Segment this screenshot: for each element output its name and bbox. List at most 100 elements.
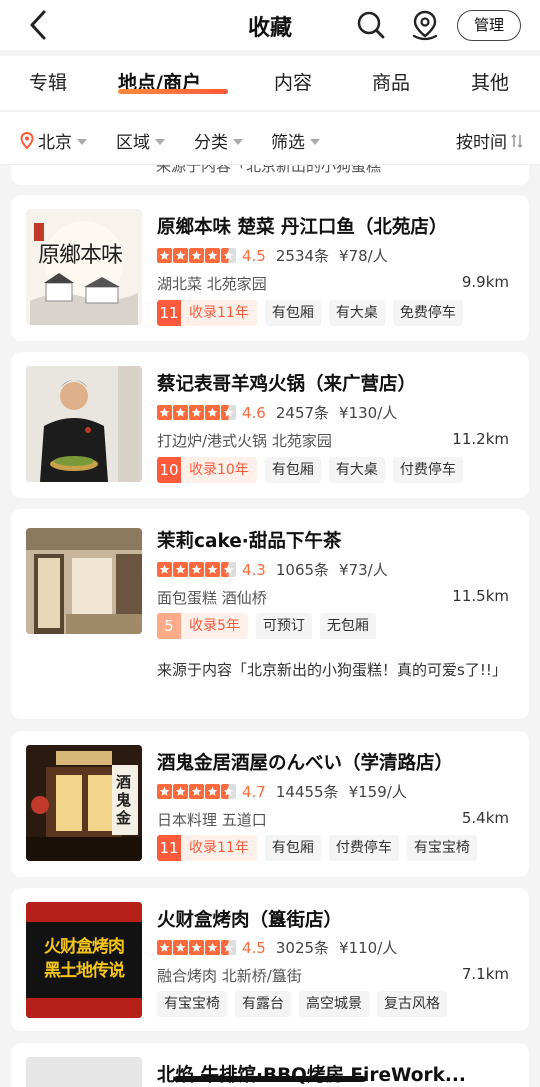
category-filter-label: 分类 xyxy=(194,133,228,153)
active-tab-indicator xyxy=(118,89,228,94)
star-icon xyxy=(189,405,204,420)
price-per-person: ¥110/人 xyxy=(339,939,398,957)
category-filter[interactable]: 分类 xyxy=(194,128,243,153)
rating-score: 4.5 xyxy=(242,246,266,265)
star-icon xyxy=(189,248,204,263)
category-row: 湖北菜 北苑家园 9.9km xyxy=(157,273,509,294)
tags-row: 10 收录10年 有包厢 有大桌 付费停车 xyxy=(157,457,463,483)
star-icon xyxy=(189,562,204,577)
place-category: 打边炉/港式火锅 北苑家园 xyxy=(157,432,332,450)
feature-tag: 有包厢 xyxy=(264,457,321,483)
rating-row: 4.6 2457条 ¥130/人 xyxy=(157,402,397,423)
feature-tag: 有宝宝椅 xyxy=(157,991,227,1017)
star-icon xyxy=(221,562,236,577)
manage-button[interactable]: 管理 xyxy=(457,10,521,41)
place-category: 日本料理 五道口 xyxy=(157,811,267,829)
search-button[interactable] xyxy=(356,10,386,40)
star-rating xyxy=(157,784,236,799)
price-per-person: ¥78/人 xyxy=(339,247,388,265)
place-distance: 11.2km xyxy=(452,430,509,448)
home-indicator xyxy=(174,1076,366,1082)
place-card[interactable]: 火财盒烤肉 黑土地传说 火财盒烤肉（簋街店） 4.5 3025条 ¥110/人 … xyxy=(11,888,529,1031)
screen-filter[interactable]: 筛选 xyxy=(271,128,320,153)
search-icon xyxy=(357,11,385,39)
feature-tag: 可预订 xyxy=(255,613,312,639)
place-card[interactable]: 原鄉本味 原鄉本味 楚菜 丹江口鱼（北苑店） 4.5 2534条 ¥78/人 湖… xyxy=(11,195,529,341)
sort-filter-label: 按时间 xyxy=(456,133,507,153)
star-icon xyxy=(189,940,204,955)
review-count: 2457条 xyxy=(275,404,330,422)
tags-row: 5 收录5年 可预订 无包厢 xyxy=(157,613,376,639)
place-distance: 5.4km xyxy=(461,809,509,827)
place-category: 面包蛋糕 酒仙桥 xyxy=(157,589,267,607)
star-icon xyxy=(205,784,220,799)
place-name: 原鄉本味 楚菜 丹江口鱼（北苑店） xyxy=(157,217,448,238)
city-filter-label: 北京 xyxy=(38,133,72,153)
rating-row: 4.5 3025条 ¥110/人 xyxy=(157,937,397,958)
rating-score: 4.5 xyxy=(242,938,266,957)
star-icon xyxy=(221,940,236,955)
rating-score: 4.6 xyxy=(242,403,266,422)
place-thumbnail: 火财盒烤肉 黑土地传说 xyxy=(26,902,142,1018)
place-name: 火财盒烤肉（簋街店） xyxy=(157,910,343,931)
rating-row: 4.7 14455条 ¥159/人 xyxy=(157,781,407,802)
top-bar: 收藏 管理 xyxy=(0,0,540,50)
rating-row: 4.3 1065条 ¥73/人 xyxy=(157,559,388,580)
feature-tag: 付费停车 xyxy=(392,457,463,483)
place-name: 蔡记表哥羊鸡火锅（来广营店） xyxy=(157,374,417,395)
record-badge: 10 收录10年 xyxy=(157,457,257,483)
record-badge: 11 收录11年 xyxy=(157,835,257,861)
star-icon xyxy=(157,405,172,420)
star-icon xyxy=(173,940,188,955)
tab-content[interactable]: 内容 xyxy=(274,68,312,95)
thumbnail-sign-text: 酒鬼金 xyxy=(116,773,132,827)
star-icon xyxy=(221,784,236,799)
star-rating xyxy=(157,562,236,577)
review-count: 14455条 xyxy=(275,783,339,801)
tags-row: 11 收录11年 有包厢 有大桌 免费停车 xyxy=(157,300,463,326)
location-button[interactable] xyxy=(410,9,440,41)
record-badge: 11 收录11年 xyxy=(157,300,257,326)
sort-filter[interactable]: 按时间 xyxy=(456,128,523,153)
place-name: 茉莉cake·甜品下午茶 xyxy=(157,531,342,552)
feature-tag: 有宝宝椅 xyxy=(406,835,477,861)
caret-down-icon xyxy=(233,138,243,145)
city-filter[interactable]: 北京 xyxy=(20,128,87,153)
feature-tag: 无包厢 xyxy=(319,613,376,639)
place-card[interactable]: 蔡记表哥羊鸡火锅（来广营店） 4.6 2457条 ¥130/人 打边炉/港式火锅… xyxy=(11,352,529,498)
star-icon xyxy=(157,784,172,799)
star-rating xyxy=(157,940,236,955)
place-thumbnail: 原鄉本味 xyxy=(26,209,142,325)
star-icon xyxy=(157,562,172,577)
category-row: 日本料理 五道口 5.4km xyxy=(157,809,509,830)
star-icon xyxy=(221,405,236,420)
place-name: 酒鬼金居酒屋のんべい（学清路店） xyxy=(157,753,454,774)
star-rating xyxy=(157,405,236,420)
star-icon xyxy=(173,784,188,799)
star-icon xyxy=(221,248,236,263)
region-filter[interactable]: 区域 xyxy=(116,128,165,153)
place-card[interactable]: 酒鬼金 酒鬼金居酒屋のんべい（学清路店） 4.7 14455条 ¥159/人 日… xyxy=(11,731,529,877)
location-pin-icon xyxy=(412,10,438,41)
feature-tag: 有大桌 xyxy=(328,457,385,483)
feature-tag: 有包厢 xyxy=(264,300,321,326)
price-per-person: ¥130/人 xyxy=(339,404,398,422)
place-category: 融合烤肉 北新桥/簋街 xyxy=(157,967,302,985)
category-tabs: 专辑 地点/商户 内容 商品 其他 xyxy=(0,56,540,110)
place-thumbnail xyxy=(26,366,142,482)
tab-albums[interactable]: 专辑 xyxy=(29,68,67,95)
location-dot-icon xyxy=(20,132,34,149)
place-distance: 7.1km xyxy=(461,965,509,983)
back-button[interactable] xyxy=(22,8,54,42)
caret-down-icon xyxy=(77,138,87,145)
tags-row: 11 收录11年 有包厢 付费停车 有宝宝椅 xyxy=(157,835,477,861)
place-card[interactable]: 茉莉cake·甜品下午茶 4.3 1065条 ¥73/人 面包蛋糕 酒仙桥 11… xyxy=(11,509,529,719)
thumbnail-logo-text: 原鄉本味 xyxy=(38,243,123,268)
price-per-person: ¥73/人 xyxy=(339,561,388,579)
previous-card-fragment[interactable]: 来源于内容「北京新出的小狗蛋糕 xyxy=(11,165,529,185)
feature-tag: 免费停车 xyxy=(392,300,463,326)
source-content-link[interactable]: 来源于内容「北京新出的小狗蛋糕！真的可爱s了!!」 xyxy=(157,657,507,684)
feature-tag: 付费停车 xyxy=(328,835,399,861)
tab-products[interactable]: 商品 xyxy=(372,68,410,95)
tab-others[interactable]: 其他 xyxy=(471,68,509,95)
